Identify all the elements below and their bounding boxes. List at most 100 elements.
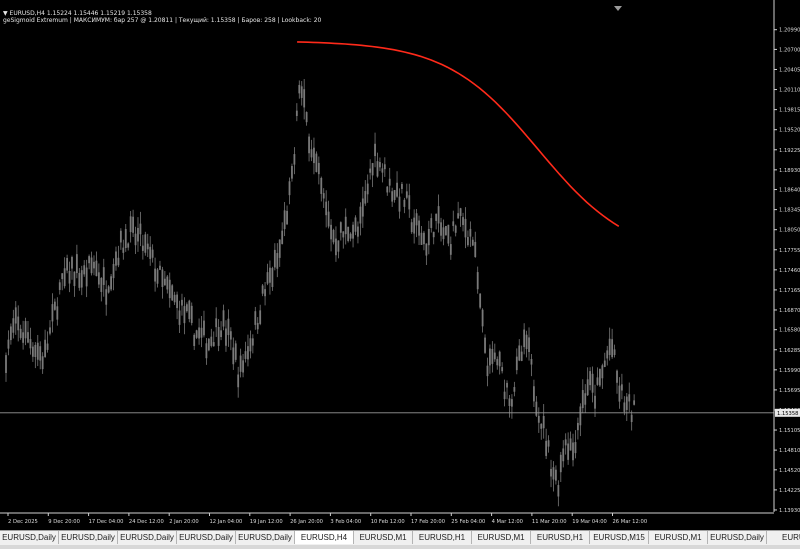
candle-body [427,229,430,246]
candle-body [383,164,386,170]
chart-tab[interactable]: EURUSD,Daily [708,531,767,544]
candle-body [391,191,394,202]
candle-body [97,272,100,285]
candle-body [178,310,181,325]
candle-body [555,469,557,481]
candle-body [418,220,420,236]
chart-tab[interactable]: EURUSD,Daily [59,531,118,544]
candle-body [349,233,352,239]
price-tick-label: 1.19815 [779,108,800,114]
chart-tab[interactable]: EURUSD,M15 [590,531,649,544]
price-chart[interactable]: 1.20990 1.20700 1.20405 1.20110 1.19815 1.195… [0,0,800,530]
candle-body [190,305,193,323]
candle-body [339,222,342,233]
candle-body [75,254,78,274]
candle-body [264,289,266,297]
time-tick-label: 2 Jan 20:00 [169,519,199,525]
chart-tab[interactable]: EURUSD,M1 [472,531,531,544]
candle-body [379,162,381,168]
chart-shift-marker[interactable] [614,6,622,11]
candle-body [12,318,15,333]
chart-tab[interactable]: EURUSD,M1 [649,531,708,544]
chart-tab[interactable]: EURUSD,Daily [118,531,177,544]
chart-tab[interactable]: EURUSD,Daily [0,531,59,544]
candle-body [525,334,528,350]
chart-tab[interactable]: EURUSD,H1 [531,531,590,544]
candle-body [39,346,42,361]
candle-body [452,221,455,226]
chart-tab[interactable]: EURUS [767,531,800,544]
candle-body [254,311,257,325]
candle-body [53,301,56,310]
candle-body [61,273,64,280]
candle-body [589,371,592,386]
candle-body [398,196,401,212]
candle-body [608,338,611,355]
candle-body [122,247,125,253]
candle-body [317,162,320,175]
chart-tab[interactable]: EURUSD,Daily [236,531,295,544]
chart-tab[interactable]: EURUSD,Daily [177,531,236,544]
candle-body [83,265,86,275]
candle-body [552,467,555,480]
chart-tabs-bar: EURUSD,Daily EURUSD,Daily EURUSD,Daily EURU… [0,530,800,545]
candle-body [193,334,196,347]
candle-body [401,183,403,189]
candle-body [520,351,523,361]
candle-body [154,268,156,282]
candle-body [212,342,215,347]
price-tick-label: 1.19225 [779,148,800,154]
candle-body [496,359,499,366]
candle-body [44,339,47,357]
candle-body [203,320,205,336]
candle-body [291,166,293,179]
candle-body [586,379,589,396]
candle-body [27,332,29,343]
candle-body [630,414,633,423]
chart-tab[interactable]: EURUSD,H4 [295,531,354,544]
candle-body [115,251,117,266]
chart-tab[interactable]: EURUSD,H1 [413,531,472,544]
candle-body [435,213,438,221]
candle-body [467,237,469,246]
candle-body [423,232,425,245]
candles-group [5,78,636,507]
candle-body [141,245,144,251]
candle-body [374,143,376,157]
candle-body [459,208,462,216]
candle-body [132,216,134,233]
candle-body [577,422,579,431]
candle-body [129,216,132,233]
candle-body [408,195,411,210]
candle-body [308,136,310,154]
candle-body [432,231,435,238]
candle-body [625,396,628,410]
price-axis[interactable]: 1.20990 1.20700 1.20405 1.20110 1.19815 1.195… [0,0,800,514]
candle-body [369,168,372,173]
price-tick-label: 1.20110 [779,88,800,94]
candle-body [93,261,95,269]
candle-body [430,218,433,228]
time-tick-label: 2 Dec 2025 [8,519,38,525]
chart-tab[interactable]: EURUSD,M1 [354,531,413,544]
price-tick-label: 1.18930 [779,168,800,174]
candle-body [361,198,364,217]
candle-body [88,256,90,264]
candle-body [232,347,235,365]
candle-body [124,229,127,249]
candle-body [579,406,582,426]
candle-body [603,360,606,367]
candle-body [217,326,220,346]
candle-body [237,374,240,388]
candle-body [207,338,210,351]
candle-body [359,206,362,224]
candle-body [225,328,227,346]
candle-body [486,365,489,377]
candle-body [574,442,577,454]
candle-body [31,346,34,357]
time-tick-label: 19 Jan 12:00 [250,519,283,525]
price-tick-label: 1.15105 [779,428,800,434]
candle-body [7,339,10,349]
time-tick-label: 19 Mar 04:00 [572,519,607,525]
time-axis[interactable]: 2 Dec 2025 9 Dec 20:00 17 Dec 04:00 24 Dec … [7,513,647,525]
